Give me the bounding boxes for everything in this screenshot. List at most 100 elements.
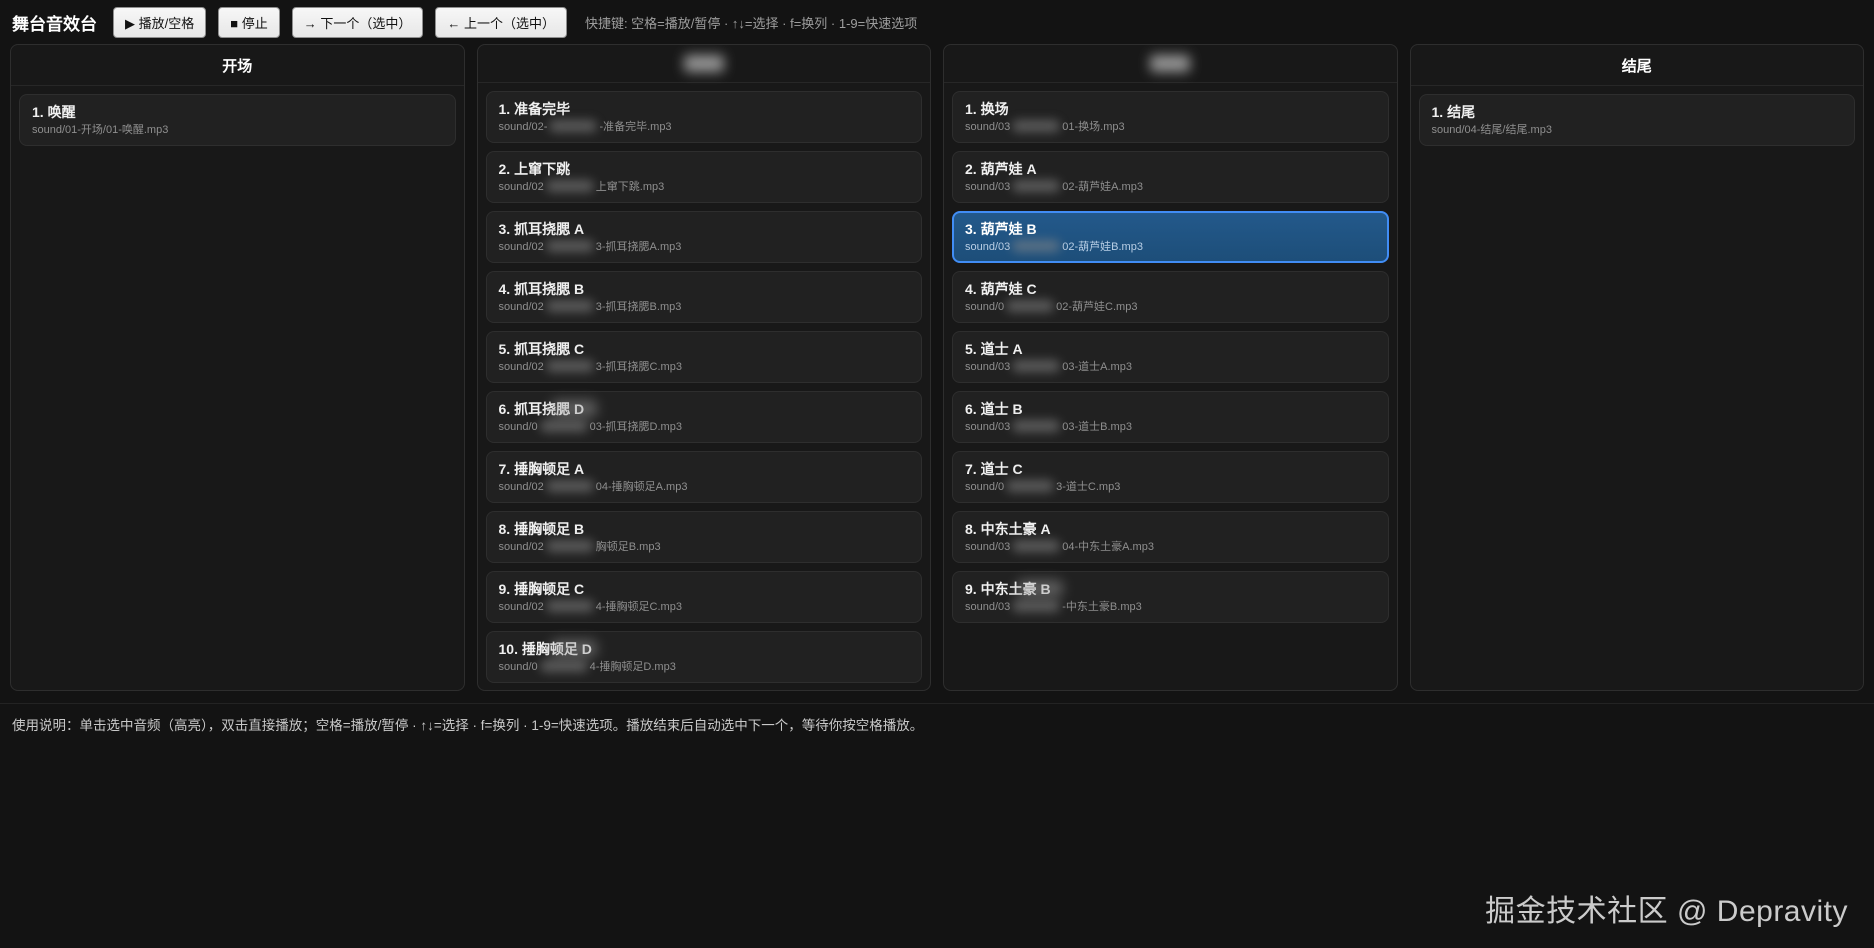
censor-blur [1012,240,1060,252]
audio-item[interactable]: 1. 准备完毕 sound/02--准备完毕.mp3 [486,91,923,143]
censor-blur [551,640,597,657]
audio-item[interactable]: 8. 捶胸顿足 B sound/02胸顿足B.mp3 [486,511,923,563]
audio-item-path: sound/0303-道士A.mp3 [965,360,1376,374]
audio-item-title: 3. 抓耳挠腮 A [499,220,910,238]
audio-item[interactable]: 4. 抓耳挠腮 Bsound/023-抓耳挠腮B.mp3 [486,271,923,323]
audio-item-path: sound/0204-捶胸顿足A.mp3 [499,480,910,494]
censor-blur [1012,540,1060,552]
audio-item-title: 8. 捶胸顿足 B [499,520,910,538]
column-header: 结尾 [1411,45,1864,86]
play-button[interactable]: ▶ 播放/空格 [113,7,206,38]
audio-item-path: sound/02胸顿足B.mp3 [499,540,910,554]
audio-column-3: 1. 换场 sound/0301-换场.mp3 2. 葫芦娃 A sound/0302… [943,44,1398,691]
censor-blur [1017,580,1063,597]
censor-blur [551,400,597,417]
audio-item-title: 10. 捶胸顿足 D [499,640,910,658]
audio-item[interactable]: 2. 上窜下跳sound/02上窜下跳.mp3 [486,151,923,203]
audio-item-title: 3. 葫芦娃 B [965,220,1376,238]
app-title: 舞台音效台 [12,10,97,35]
audio-item[interactable]: 5. 道士 A sound/0303-道士A.mp3 [952,331,1389,383]
censor-blur [1006,480,1054,492]
audio-column-4: 结尾 1. 结尾 sound/04-结尾/结尾.mp3 [1410,44,1865,691]
censor-blur [546,600,594,612]
column-header [478,45,931,83]
censor-blur [1150,55,1190,72]
audio-item-path: sound/0304-中东土豪A.mp3 [965,540,1376,554]
audio-item-path: sound/002-葫芦娃C.mp3 [965,300,1376,314]
censor-blur [546,480,594,492]
audio-item[interactable]: 6. 道士 B sound/0303-道士B.mp3 [952,391,1389,443]
audio-item-title: 4. 抓耳挠腮 B [499,280,910,298]
audio-item[interactable]: 1. 唤醒sound/01-开场/01-唤醒.mp3 [19,94,456,146]
audio-item-title: 9. 捶胸顿足 C [499,580,910,598]
audio-item-path: sound/0302-葫芦娃A.mp3 [965,180,1376,194]
status-bar: 使用说明：单击选中音频（高亮），双击直接播放；空格=播放/暂停 · ↑↓=选择 … [0,703,1874,744]
column-header [944,45,1397,83]
audio-item-path: sound/023-抓耳挠腮A.mp3 [499,240,910,254]
censor-blur [1012,360,1060,372]
audio-item-path: sound/03-道士C.mp3 [965,480,1376,494]
audio-item[interactable]: 2. 葫芦娃 A sound/0302-葫芦娃A.mp3 [952,151,1389,203]
column-list: 1. 唤醒sound/01-开场/01-唤醒.mp3 [11,86,464,690]
audio-item-title: 1. 准备完毕 [499,100,910,118]
censor-blur [1012,420,1060,432]
audio-item-title: 5. 道士 A [965,340,1376,358]
censor-blur [549,120,597,132]
audio-item[interactable]: 7. 捶胸顿足 A sound/0204-捶胸顿足A.mp3 [486,451,923,503]
column-list: 1. 准备完毕 sound/02--准备完毕.mp3 2. 上窜下跳sound/02… [478,83,931,690]
audio-item-title: 6. 抓耳挠腮 D [499,400,910,418]
prev-button[interactable]: ← 上一个（选中） [435,7,567,38]
next-button[interactable]: → 下一个（选中） [292,7,424,38]
censor-blur [1012,180,1060,192]
column-list: 1. 换场 sound/0301-换场.mp3 2. 葫芦娃 A sound/0302… [944,83,1397,690]
audio-item[interactable]: 9. 捶胸顿足 Csound/024-捶胸顿足C.mp3 [486,571,923,623]
audio-item-title: 9. 中东土豪 B [965,580,1376,598]
audio-item-title: 8. 中东土豪 A [965,520,1376,538]
stop-button[interactable]: ■ 停止 [218,7,279,38]
hotkeys-hint: 快捷键: 空格=播放/暂停 · ↑↓=选择 · f=换列 · 1-9=快速选项 [585,13,917,32]
audio-item-title: 4. 葫芦娃 C [965,280,1376,298]
censor-blur [540,420,588,432]
audio-item-path: sound/0303-道士B.mp3 [965,420,1376,434]
audio-item-path: sound/04-捶胸顿足D.mp3 [499,660,910,674]
audio-item-path: sound/003-抓耳挠腮D.mp3 [499,420,910,434]
audio-item[interactable]: 10. 捶胸顿足 D sound/04-捶胸顿足D.mp3 [486,631,923,683]
audio-item[interactable]: 9. 中东土豪 B sound/03-中东土豪B.mp3 [952,571,1389,623]
audio-item[interactable]: 4. 葫芦娃 C sound/002-葫芦娃C.mp3 [952,271,1389,323]
audio-item-path: sound/0301-换场.mp3 [965,120,1376,134]
censor-blur [1012,120,1060,132]
audio-item-title: 2. 葫芦娃 A [965,160,1376,178]
audio-item-title: 1. 唤醒 [32,103,443,121]
board: 开场 1. 唤醒sound/01-开场/01-唤醒.mp3 1. 准备完毕 sound… [0,44,1874,691]
censor-blur [1012,600,1060,612]
audio-item-title: 6. 道士 B [965,400,1376,418]
censor-blur [546,240,594,252]
censor-blur [546,360,594,372]
audio-item-path: sound/02--准备完毕.mp3 [499,120,910,134]
audio-item-title: 1. 换场 [965,100,1376,118]
column-header: 开场 [11,45,464,86]
audio-item-path: sound/04-结尾/结尾.mp3 [1432,123,1843,137]
watermark: 掘金技术社区 @ Depravity [1485,886,1848,930]
audio-item[interactable]: 5. 抓耳挠腮 Csound/023-抓耳挠腮C.mp3 [486,331,923,383]
censor-blur [684,55,724,72]
audio-item-title: 7. 捶胸顿足 A [499,460,910,478]
censor-blur [546,540,594,552]
audio-item[interactable]: 1. 换场 sound/0301-换场.mp3 [952,91,1389,143]
audio-item[interactable]: 8. 中东土豪 A sound/0304-中东土豪A.mp3 [952,511,1389,563]
censor-blur [1006,300,1054,312]
audio-item-title: 7. 道士 C [965,460,1376,478]
audio-column-1: 开场 1. 唤醒sound/01-开场/01-唤醒.mp3 [10,44,465,691]
censor-blur [546,300,594,312]
audio-item[interactable]: 3. 抓耳挠腮 A sound/023-抓耳挠腮A.mp3 [486,211,923,263]
audio-item[interactable]: 6. 抓耳挠腮 D sound/003-抓耳挠腮D.mp3 [486,391,923,443]
audio-item-path: sound/0302-葫芦娃B.mp3 [965,240,1376,254]
audio-item-selected[interactable]: 3. 葫芦娃 B sound/0302-葫芦娃B.mp3 [952,211,1389,263]
audio-item-title: 1. 结尾 [1432,103,1843,121]
audio-column-2: 1. 准备完毕 sound/02--准备完毕.mp3 2. 上窜下跳sound/02… [477,44,932,691]
audio-item[interactable]: 7. 道士 C sound/03-道士C.mp3 [952,451,1389,503]
censor-blur [540,660,588,672]
audio-item-path: sound/03-中东土豪B.mp3 [965,600,1376,614]
audio-item[interactable]: 1. 结尾 sound/04-结尾/结尾.mp3 [1419,94,1856,146]
audio-item-path: sound/023-抓耳挠腮C.mp3 [499,360,910,374]
